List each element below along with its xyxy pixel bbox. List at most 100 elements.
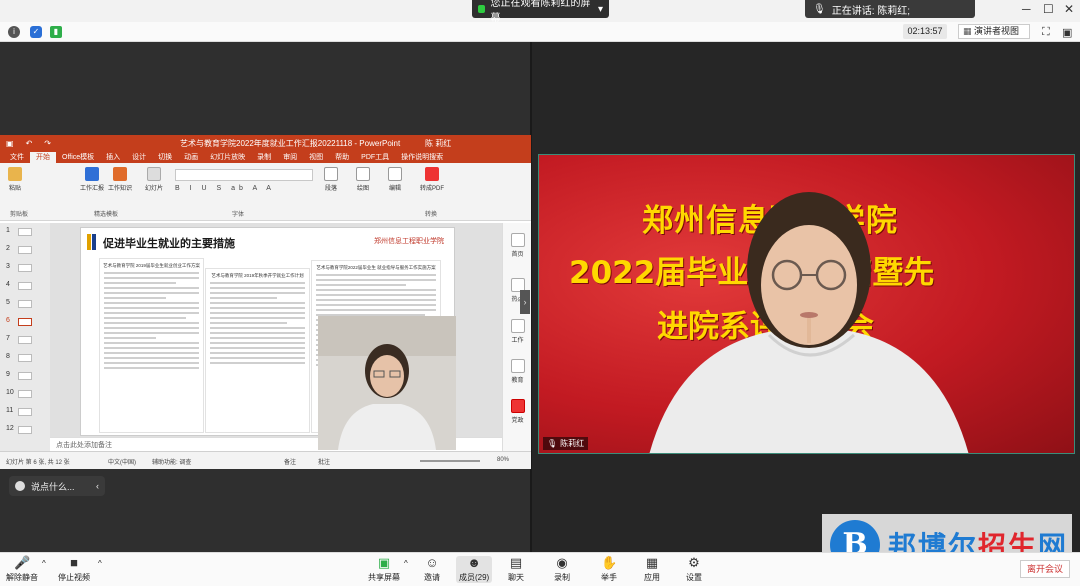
side-home[interactable]: 首页 bbox=[505, 233, 530, 258]
language-status[interactable]: 中文(中国) bbox=[108, 457, 136, 466]
accessibility-status[interactable]: 辅助功能: 调查 bbox=[152, 457, 191, 466]
menu-transitions[interactable]: 切换 bbox=[152, 152, 178, 163]
menu-insert[interactable]: 插入 bbox=[100, 152, 126, 163]
menu-search[interactable]: 操作说明搜索 bbox=[395, 152, 449, 163]
minimize-icon[interactable]: ─ bbox=[1022, 2, 1031, 16]
camera-icon: ■ bbox=[70, 555, 78, 570]
slide-thumb-selected[interactable]: 6 bbox=[0, 315, 50, 331]
paste-button[interactable]: 粘贴 bbox=[8, 167, 22, 192]
collapse-panel-button[interactable]: › bbox=[520, 290, 530, 314]
menu-pdf-tools[interactable]: PDF工具 bbox=[355, 152, 395, 163]
speaker-video[interactable]: 郑州信息职业学院 2022届毕业工作总结暨先 进院系评优大会 🎙 陈莉红 bbox=[538, 154, 1075, 454]
fullscreen-icon[interactable]: ⛶ bbox=[1042, 26, 1050, 39]
font-format-buttons[interactable]: B I U S ab A A bbox=[175, 185, 315, 195]
redo-icon[interactable]: ↷ bbox=[44, 139, 51, 148]
slide-thumb[interactable]: 12 bbox=[0, 423, 50, 439]
notes-toggle[interactable]: 备注 bbox=[284, 457, 296, 466]
slide-thumb[interactable]: 2 bbox=[0, 243, 50, 259]
font-name-input[interactable] bbox=[175, 169, 313, 181]
zoom-level[interactable]: 80% bbox=[497, 457, 509, 463]
unmute-button[interactable]: 🎤 解除静音 bbox=[6, 556, 38, 583]
slide-thumb[interactable]: 11 bbox=[0, 405, 50, 421]
school-logo: 郑州信息工程职业学院 bbox=[374, 237, 444, 245]
slide-thumb[interactable]: 9 bbox=[0, 369, 50, 385]
slide-thumb[interactable]: 7 bbox=[0, 333, 50, 349]
view-mode-select[interactable]: 演讲者视图 bbox=[958, 24, 1030, 39]
ppt-window-title: 艺术与教育学院2022年度就业工作汇报20221118 - PowerPoint bbox=[180, 138, 401, 148]
ppt-side-panel: 首页 热点 工作 教育 党政 bbox=[502, 223, 531, 451]
menu-home[interactable]: 开始 bbox=[30, 152, 56, 163]
undo-icon[interactable]: ↶ bbox=[26, 139, 33, 148]
speaking-text: 正在讲话: 陈莉红; bbox=[831, 5, 911, 17]
slide-thumb[interactable]: 3 bbox=[0, 261, 50, 277]
chat-placeholder: 说点什么... bbox=[31, 481, 75, 492]
knowledge-icon bbox=[113, 167, 127, 181]
record-button[interactable]: ◉ 录制 bbox=[554, 556, 570, 583]
menu-record[interactable]: 录制 bbox=[251, 152, 277, 163]
edit-button[interactable]: 编辑 bbox=[388, 167, 402, 192]
zoom-slider[interactable] bbox=[420, 460, 480, 462]
apps-button[interactable]: ▦ 应用 bbox=[644, 556, 660, 583]
slide-thumb[interactable]: 5 bbox=[0, 297, 50, 313]
shield-icon[interactable]: ✓ bbox=[30, 26, 42, 38]
chevron-down-icon[interactable]: ▾ bbox=[598, 4, 603, 15]
slide-thumb[interactable]: 4 bbox=[0, 279, 50, 295]
menu-office-templates[interactable]: Office模板 bbox=[56, 152, 100, 163]
menu-slideshow[interactable]: 幻灯片放映 bbox=[204, 152, 251, 163]
edit-label: 编辑 bbox=[388, 186, 401, 192]
info-icon[interactable]: i bbox=[8, 26, 20, 38]
ppt-menu-bar: 文件 开始 Office模板 插入 设计 切换 动画 幻灯片放映 录制 审阅 视… bbox=[0, 151, 531, 163]
raise-hand-button[interactable]: ✋ 举手 bbox=[601, 556, 617, 583]
slide-thumb[interactable]: 8 bbox=[0, 351, 50, 367]
to-pdf-button[interactable]: 转成PDF bbox=[420, 167, 444, 192]
stop-video-button[interactable]: ■ 停止视频 bbox=[58, 556, 90, 583]
paragraph-icon bbox=[324, 167, 338, 181]
close-icon[interactable]: ✕ bbox=[1064, 2, 1074, 16]
ppt-user-name[interactable]: 陈 莉红 bbox=[425, 138, 451, 149]
home-icon bbox=[510, 233, 525, 247]
chevron-up-icon[interactable]: ^ bbox=[404, 559, 408, 568]
settings-button[interactable]: ⚙ 设置 bbox=[686, 556, 702, 583]
menu-help[interactable]: 帮助 bbox=[329, 152, 355, 163]
emoji-icon[interactable] bbox=[15, 481, 25, 491]
share-banner[interactable]: 您正在观看陈莉红的屏幕 ▾ bbox=[472, 0, 609, 24]
members-button[interactable]: ☻ 成员(29) bbox=[456, 555, 493, 583]
slide-thumb[interactable]: 10 bbox=[0, 387, 50, 403]
search-icon bbox=[388, 167, 402, 181]
layout-icon[interactable]: ▣ bbox=[1062, 26, 1072, 39]
users-icon: ☻ bbox=[467, 555, 481, 570]
signal-icon[interactable]: ▮ bbox=[50, 26, 62, 38]
save-icon[interactable]: ▣ bbox=[6, 139, 14, 148]
side-work[interactable]: 工作 bbox=[505, 319, 530, 344]
menu-design[interactable]: 设计 bbox=[126, 152, 152, 163]
chat-button[interactable]: ▤ 聊天 bbox=[508, 556, 524, 583]
paragraph-button[interactable]: 段落 bbox=[324, 167, 338, 192]
chevron-up-icon[interactable]: ^ bbox=[42, 559, 46, 568]
slide-thumb[interactable]: 1 bbox=[0, 225, 50, 241]
menu-file[interactable]: 文件 bbox=[4, 152, 30, 163]
side-education[interactable]: 教育 bbox=[505, 359, 530, 384]
work-knowledge-button[interactable]: 工作知识 bbox=[108, 167, 132, 192]
new-slide-button[interactable]: 幻灯片 bbox=[145, 167, 163, 192]
work-knowledge-label: 工作知识 bbox=[108, 186, 133, 192]
menu-animations[interactable]: 动画 bbox=[178, 152, 204, 163]
invite-button[interactable]: ☺ 邀请 bbox=[424, 556, 440, 583]
chevron-left-icon[interactable]: ‹ bbox=[96, 481, 99, 491]
gear-icon: ⚙ bbox=[688, 555, 700, 570]
pdf-icon bbox=[425, 167, 439, 181]
draw-button[interactable]: 绘图 bbox=[356, 167, 370, 192]
comments-toggle[interactable]: 批注 bbox=[318, 457, 330, 466]
maximize-icon[interactable]: ☐ bbox=[1043, 2, 1054, 16]
menu-review[interactable]: 审阅 bbox=[277, 152, 303, 163]
ppt-titlebar: ▣ ↶ ↷ 艺术与教育学院2022年度就业工作汇报20221118 - Powe… bbox=[0, 135, 531, 151]
side-party[interactable]: 党政 bbox=[505, 399, 530, 424]
chat-input-pill[interactable]: 说点什么... ‹ bbox=[9, 476, 105, 496]
work-report-button[interactable]: 工作汇报 bbox=[80, 167, 104, 192]
menu-view[interactable]: 视图 bbox=[303, 152, 329, 163]
document-image: 艺术与教育学院 2019届毕业生就业创业工作方案 bbox=[99, 258, 204, 433]
share-screen-button[interactable]: ▣ 共享屏幕 bbox=[368, 556, 400, 583]
work-report-label: 工作汇报 bbox=[80, 186, 105, 192]
chevron-up-icon[interactable]: ^ bbox=[98, 559, 102, 568]
slide-thumbnails: 1 2 3 4 5 6 7 8 9 10 11 12 bbox=[0, 223, 50, 451]
leave-meeting-button[interactable]: 离开会议 bbox=[1020, 560, 1070, 578]
